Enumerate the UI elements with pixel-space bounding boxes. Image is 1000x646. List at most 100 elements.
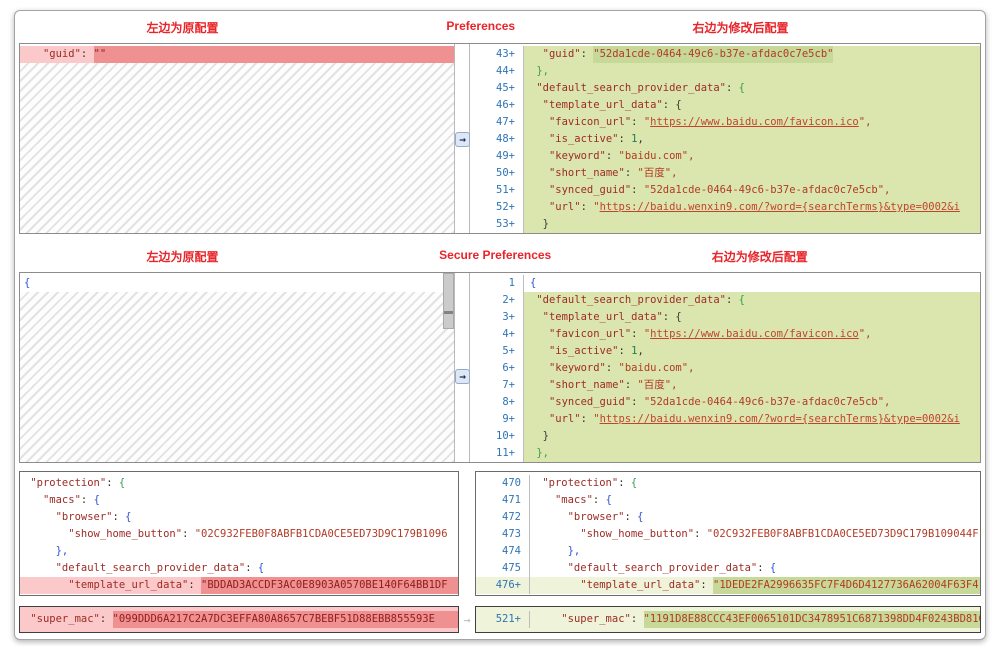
missing-lines-hatch	[20, 292, 454, 462]
file-title: Preferences	[446, 19, 516, 33]
diff-row: 9+ "url": " https://baidu.wenxin9.com/?wo…	[470, 411, 980, 428]
code-line: "guid": ""	[20, 46, 454, 63]
line-number: 43+	[470, 46, 524, 63]
diff-row: 3+ "template_url_data": {	[470, 309, 980, 326]
diff-row: 10+ }	[470, 428, 980, 445]
line-number: 11+	[470, 445, 524, 462]
code-line: "is_active": 1,	[524, 131, 980, 148]
diff-left-pane[interactable]: "guid": ""	[20, 44, 455, 233]
diff-right-pane[interactable]: 470 "protection": {471 "macs": {472 "bro…	[475, 471, 981, 596]
code-line: },	[55, 545, 69, 557]
diff-left-pane[interactable]: {	[20, 273, 455, 462]
diff-right-pane[interactable]: 43+ "guid": "52da1cde-0464-49c6-b37e-afd…	[470, 44, 980, 233]
code-line: "protection": {	[542, 477, 638, 489]
line-number: 472	[476, 509, 530, 526]
diff-row: 7+ "short_name": "百度",	[470, 377, 980, 394]
diff-row: 5+ "is_active": 1,	[470, 343, 980, 360]
code-line: "template_url_data": {	[524, 97, 980, 114]
line-number: 6+	[470, 360, 524, 377]
line-number: 53+	[470, 216, 524, 233]
code-line: "template_url_data": "BDDAD3ACCDF3AC0E89…	[20, 577, 458, 594]
pane-gap	[459, 471, 475, 596]
diff-row: 43+ "guid": "52da1cde-0464-49c6-b37e-afd…	[470, 46, 980, 63]
code-line: "template_url_data": {	[524, 309, 980, 326]
code-line: "is_active": 1,	[524, 343, 980, 360]
secure-preferences-diff-section: 左边为原配置 Secure Preferences 右边为修改后配置 { → 1…	[19, 248, 981, 463]
scrollbar-divider	[444, 311, 453, 314]
line-number: 474	[476, 543, 530, 560]
diff-row: 51+ "synced_guid": "52da1cde-0464-49c6-b…	[470, 182, 980, 199]
diff-row: 473 "show_home_button": "02C932FEB0F8ABF…	[476, 526, 980, 543]
diff-row: 475 "default_search_provider_data": {	[476, 560, 980, 577]
left-pane-label: 左边为原配置	[146, 250, 219, 264]
diff-left-pane[interactable]: "super_mac": "099DDD6A217C2A7DC3EFFA80A8…	[19, 606, 459, 633]
section-header: 左边为原配置 Preferences 右边为修改后配置	[19, 19, 981, 37]
code-line: "default_search_provider_data": {	[567, 562, 777, 574]
diff-panel-super-mac: "super_mac": "099DDD6A217C2A7DC3EFFA80A8…	[19, 606, 981, 633]
diff-row: 45+ "default_search_provider_data": {	[470, 80, 980, 97]
diff-right-pane[interactable]: 521+ "super_mac": "1191D8E88CCC43EF00651…	[475, 606, 981, 633]
left-code: {	[20, 275, 454, 292]
code-line: "guid": "52da1cde-0464-49c6-b37e-afdac0c…	[524, 46, 980, 63]
line-number: 5+	[470, 343, 524, 360]
diff-panel-preferences: "guid": "" → 43+ "guid": "52da1cde-0464-…	[19, 43, 981, 234]
code-line: "super_mac": "1191D8E88CCC43EF0065101DC3…	[530, 611, 980, 628]
diff-row: 8+ "synced_guid": "52da1cde-0464-49c6-b3…	[470, 394, 980, 411]
diff-row: 4+ "favicon_url": " https://www.baidu.com…	[470, 326, 980, 343]
protection-macs-diff-section: "protection": { "macs": { "browser": { "…	[19, 471, 981, 596]
code-line: "default_search_provider_data": {	[524, 292, 980, 309]
diff-panel-protection: "protection": { "macs": { "browser": { "…	[19, 471, 981, 596]
line-number: 4+	[470, 326, 524, 343]
code-line: "url": " https://baidu.wenxin9.com/?word=…	[524, 411, 980, 428]
diff-row: 46+ "template_url_data": {	[470, 97, 980, 114]
left-code: "protection": { "macs": { "browser": { "…	[20, 475, 458, 594]
code-line: }	[524, 428, 980, 445]
diff-row: 1{	[470, 275, 980, 292]
diff-row: 6+ "keyword": "baidu.com",	[470, 360, 980, 377]
code-line: "template_url_data": "1DEDE2FA2996635FC7…	[530, 577, 980, 594]
section-header: 左边为原配置 Secure Preferences 右边为修改后配置	[19, 248, 981, 266]
super-mac-diff-section: "super_mac": "099DDD6A217C2A7DC3EFFA80A8…	[19, 606, 981, 633]
line-number: 476+	[476, 577, 530, 594]
code-line: "favicon_url": " https://www.baidu.com/fa…	[524, 326, 980, 343]
merge-arrow-icon: →	[463, 612, 471, 627]
line-number: 8+	[470, 394, 524, 411]
pane-gap: →	[459, 606, 475, 633]
line-number: 47+	[470, 114, 524, 131]
line-number: 50+	[470, 165, 524, 182]
merge-arrow-icon[interactable]: →	[455, 132, 470, 147]
code-line: "keyword": "baidu.com",	[524, 360, 980, 377]
diff-row: 44+ },	[470, 63, 980, 80]
left-pane-label: 左边为原配置	[146, 21, 219, 35]
diff-row: 11+ },	[470, 445, 980, 462]
merge-arrow-icon[interactable]: →	[455, 369, 470, 384]
code-line: },	[524, 445, 980, 462]
diff-row: 53+ }	[470, 216, 980, 233]
line-number: 51+	[470, 182, 524, 199]
code-line: "show_home_button": "02C932FEB0F8ABFB1CD…	[68, 528, 448, 540]
diff-row: 52+ "url": " https://baidu.wenxin9.com/?w…	[470, 199, 980, 216]
diff-left-pane[interactable]: "protection": { "macs": { "browser": { "…	[19, 471, 459, 596]
code-line: "keyword": "baidu.com",	[524, 148, 980, 165]
diff-gutter: →	[455, 273, 470, 462]
diff-right-pane[interactable]: 1{2+ "default_search_provider_data": {3+…	[470, 273, 980, 462]
code-line: "browser": {	[55, 511, 132, 523]
left-code: "guid": ""	[20, 46, 454, 63]
line-number: 48+	[470, 131, 524, 148]
left-code: "super_mac": "099DDD6A217C2A7DC3EFFA80A8…	[20, 611, 458, 628]
line-number: 52+	[470, 199, 524, 216]
scrollbar-thumb[interactable]	[443, 273, 454, 329]
diff-row: 521+ "super_mac": "1191D8E88CCC43EF00651…	[476, 611, 980, 628]
code-line: "macs": {	[554, 494, 612, 506]
diff-row: 48+ "is_active": 1,	[470, 131, 980, 148]
code-line: "browser": {	[567, 511, 644, 523]
line-number: 1	[470, 275, 524, 292]
missing-lines-hatch	[20, 63, 454, 233]
code-line: {	[530, 277, 537, 289]
diff-row: 2+ "default_search_provider_data": {	[470, 292, 980, 309]
line-number: 3+	[470, 309, 524, 326]
diff-report-card: 左边为原配置 Preferences 右边为修改后配置 "guid": "" →…	[14, 10, 986, 640]
line-number: 45+	[470, 80, 524, 97]
code-line: "default_search_provider_data": {	[55, 562, 265, 574]
diff-row: 470 "protection": {	[476, 475, 980, 492]
